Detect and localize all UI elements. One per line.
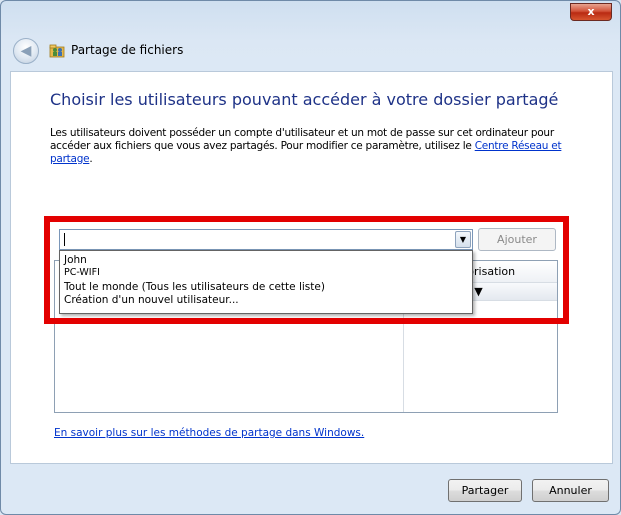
description-text: Les utilisateurs doivent posséder un com… xyxy=(50,127,570,166)
back-button[interactable]: ◀ xyxy=(13,38,39,64)
highlight-box xyxy=(44,216,569,324)
page-heading: Choisir les utilisateurs pouvant accéder… xyxy=(50,90,559,109)
wizard-content: Choisir les utilisateurs pouvant accéder… xyxy=(10,71,613,464)
file-sharing-window: x ◀ Partage de fichiers Choisir les util… xyxy=(0,0,621,515)
learn-more-link[interactable]: En savoir plus sur les méthodes de parta… xyxy=(54,427,364,439)
cancel-button[interactable]: Annuler xyxy=(532,479,609,502)
window-title: Partage de fichiers xyxy=(71,43,184,57)
footer-bar: Partager Annuler xyxy=(1,464,620,514)
back-arrow-icon: ◀ xyxy=(20,43,32,59)
description-end: . xyxy=(89,153,93,165)
share-button[interactable]: Partager xyxy=(448,479,522,502)
users-share-icon xyxy=(49,44,65,58)
close-icon: x xyxy=(587,5,595,18)
close-button[interactable]: x xyxy=(570,3,612,21)
